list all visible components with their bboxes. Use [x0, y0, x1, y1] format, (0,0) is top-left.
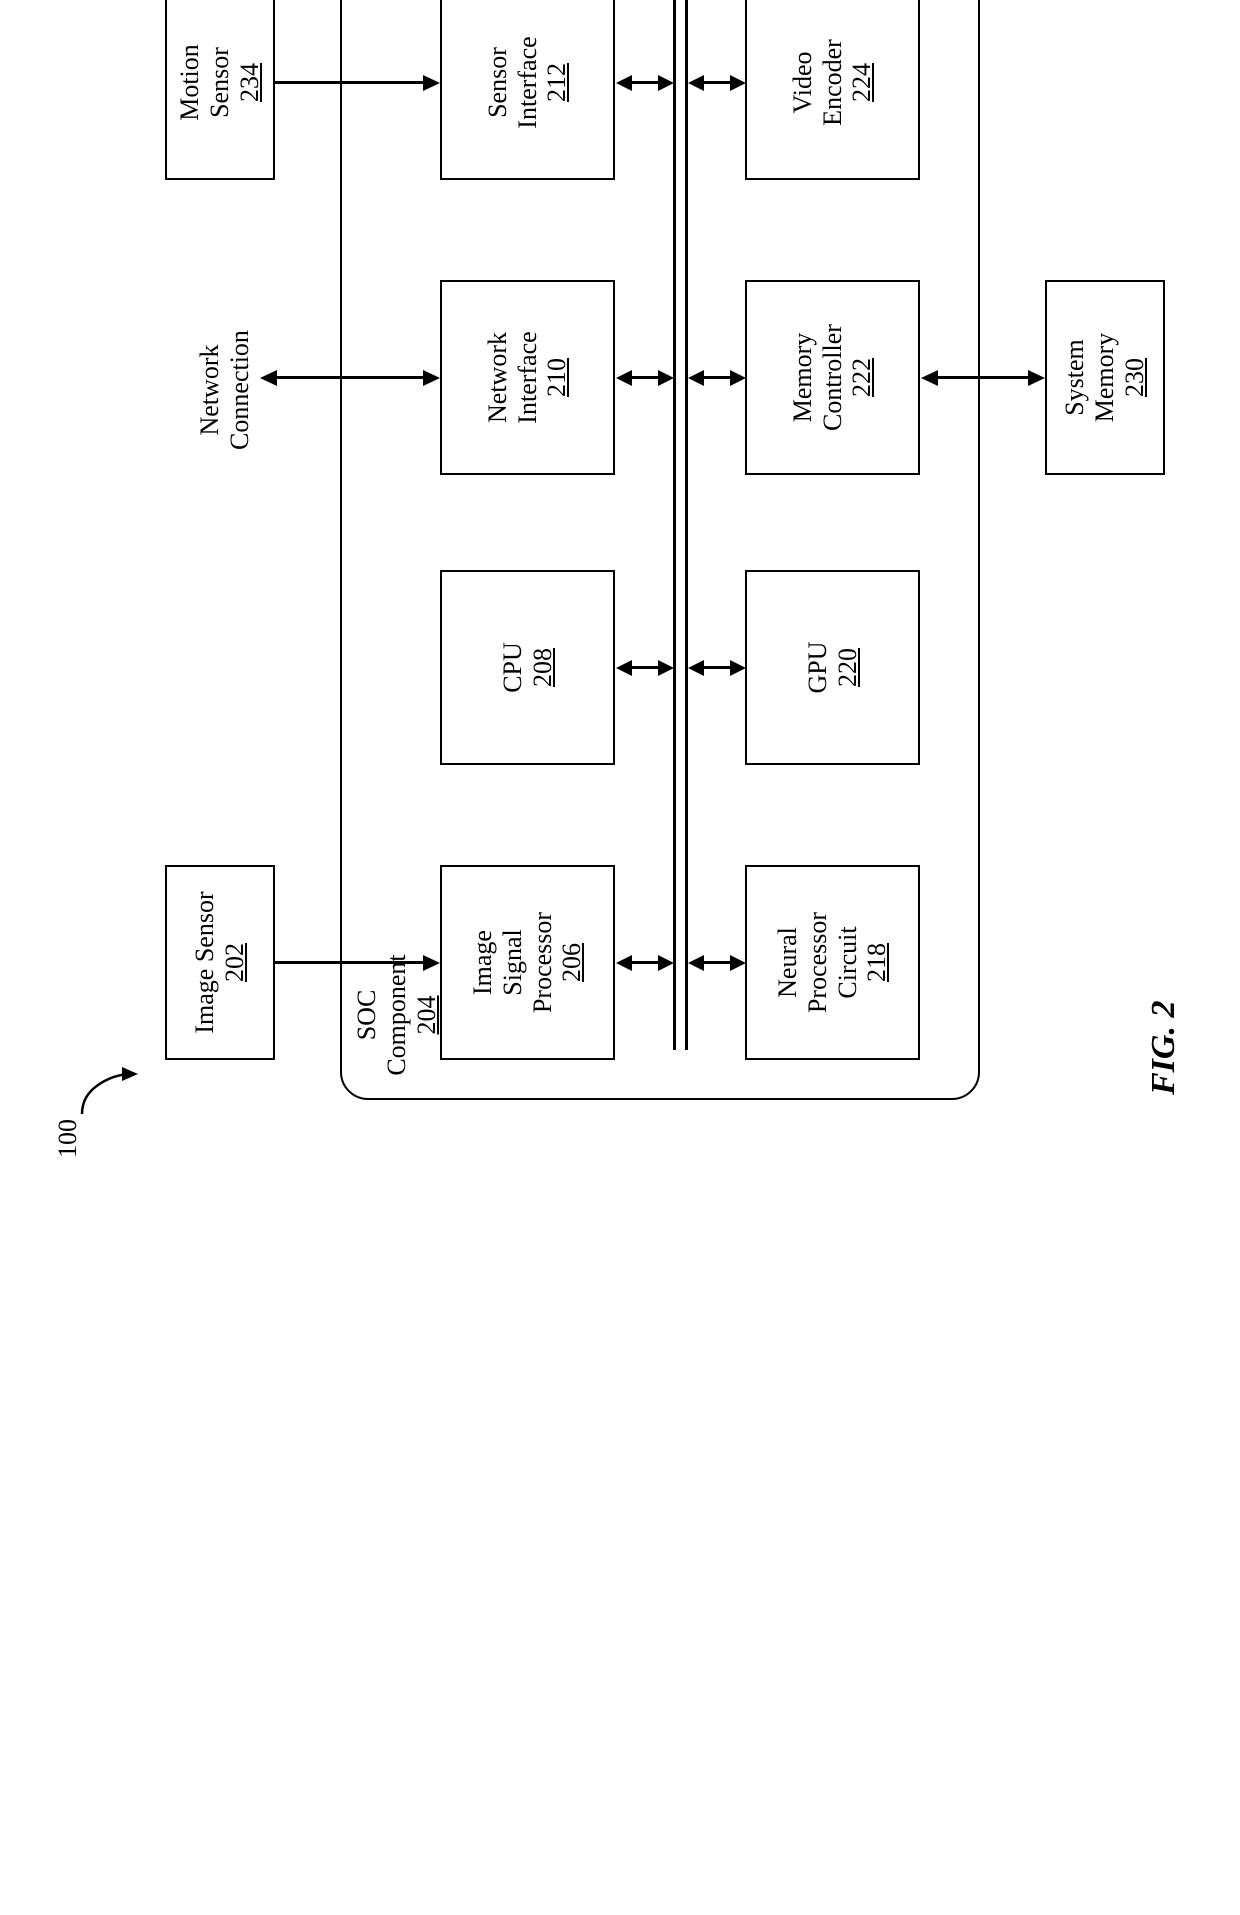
arrow-down-head [658, 660, 674, 676]
bus-line-top [673, 0, 676, 1050]
video-encoder-box: Video Encoder 224 [745, 0, 920, 180]
arrow-line [702, 377, 732, 380]
arrow-up-head [616, 955, 632, 971]
arrow-up-head [921, 370, 938, 386]
arrow-line [630, 82, 660, 85]
sensor-interface-box: Sensor Interface 212 [440, 0, 615, 180]
arrow-down-head [423, 955, 440, 971]
arrow-line [275, 82, 425, 85]
arrow-down-head [1028, 370, 1045, 386]
arrow-line [275, 962, 425, 965]
isp-box: Image Signal Processor 206 [440, 865, 615, 1060]
arrow-down-head [730, 660, 746, 676]
arrow-line [630, 667, 660, 670]
system-memory-box: System Memory 230 [1045, 280, 1165, 475]
cpu-box: CPU 208 [440, 570, 615, 765]
arrow-up-head [260, 370, 277, 386]
arrow-down-head [658, 370, 674, 386]
figure-caption: FIG. 2 [1145, 1001, 1183, 1095]
arrow-line [275, 377, 425, 380]
gpu-box: GPU 220 [745, 570, 920, 765]
image-sensor-label: Image Sensor [190, 891, 220, 1033]
arrow-up-head [616, 370, 632, 386]
arrow-down-head [730, 370, 746, 386]
arrow-line [702, 667, 732, 670]
figure-ref-arrow [60, 1063, 140, 1158]
arrow-line [702, 962, 732, 965]
motion-sensor-box: Motion Sensor 234 [165, 0, 275, 180]
motion-sensor-ref: 234 [235, 63, 265, 102]
arrow-down-head [658, 75, 674, 91]
memory-controller-box: Memory Controller 222 [745, 280, 920, 475]
arrow-line [702, 82, 732, 85]
bus-line-bottom [685, 0, 688, 1050]
arrow-up-head [616, 75, 632, 91]
arrow-up-head [688, 660, 704, 676]
arrow-down-head [730, 955, 746, 971]
arrow-up-head [688, 955, 704, 971]
arrow-up-head [688, 75, 704, 91]
arrow-up-head [688, 370, 704, 386]
neural-processor-box: Neural Processor Circuit 218 [745, 865, 920, 1060]
arrow-down-head [423, 75, 440, 91]
network-interface-box: Network Interface 210 [440, 280, 615, 475]
arrow-up-head [616, 660, 632, 676]
image-sensor-box: Image Sensor 202 [165, 865, 275, 1060]
image-sensor-ref: 202 [220, 943, 250, 982]
arrow-down-head [730, 75, 746, 91]
motion-sensor-label2: Sensor [205, 47, 235, 118]
arrow-down-head [423, 370, 440, 386]
motion-sensor-label1: Motion [175, 44, 205, 121]
arrow-line [630, 962, 660, 965]
arrow-line [936, 377, 1030, 380]
network-connection-label: Network Connection [195, 300, 255, 480]
arrow-line [630, 377, 660, 380]
arrow-down-head [658, 955, 674, 971]
